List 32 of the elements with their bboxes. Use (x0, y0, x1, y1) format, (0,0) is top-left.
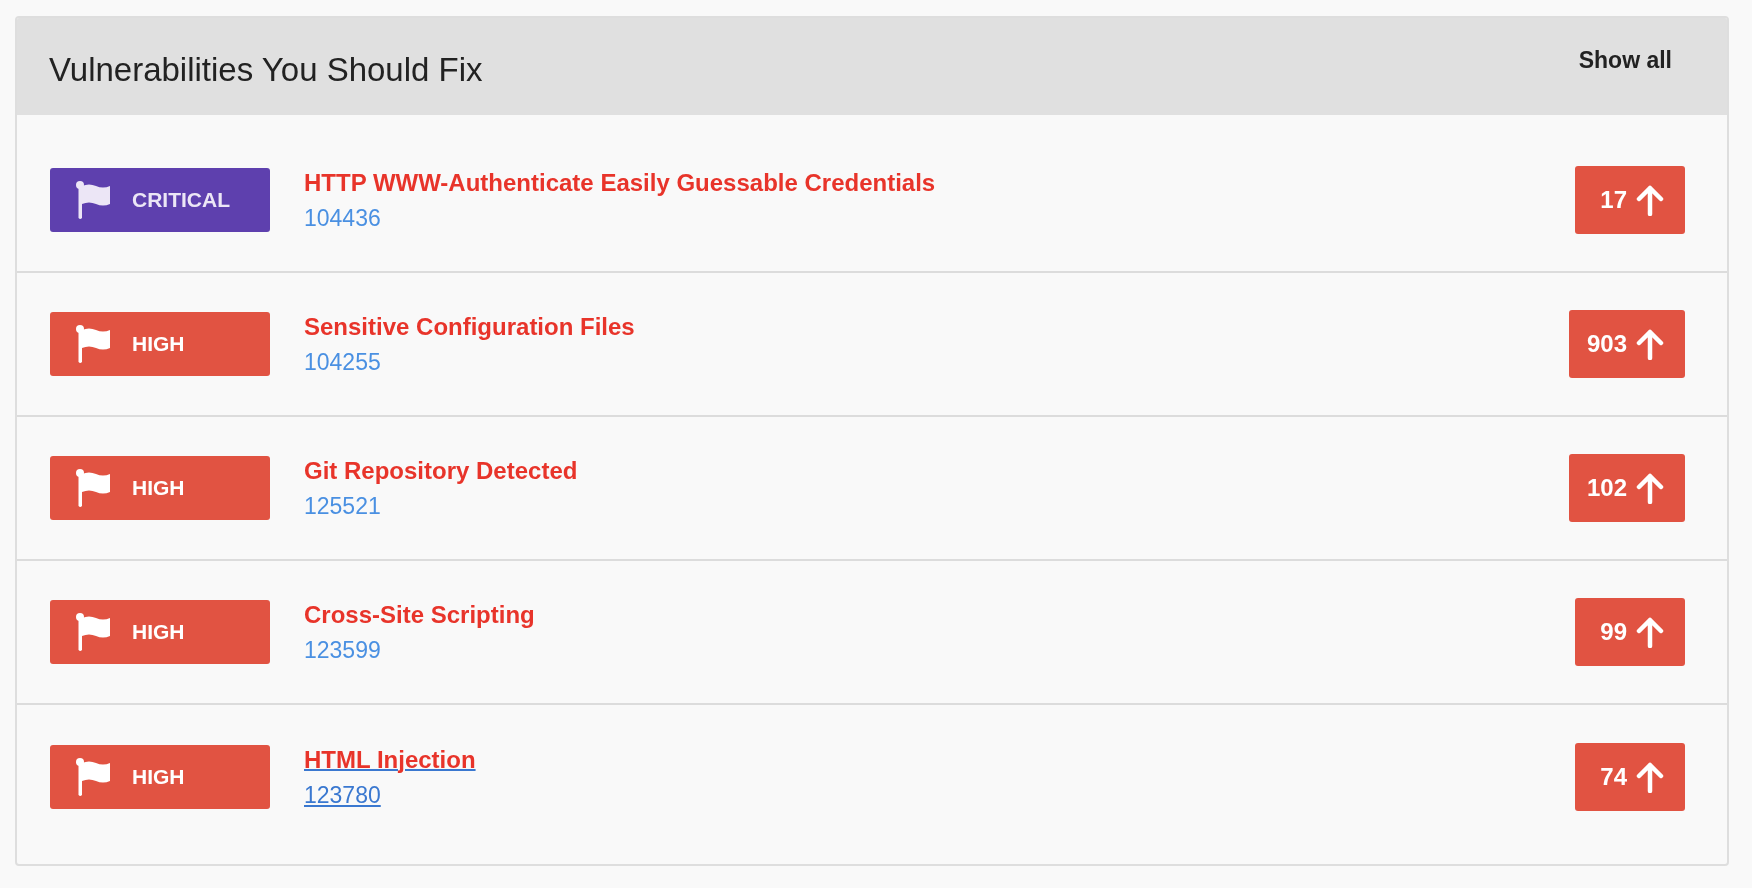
plugin-id-link[interactable]: 104255 (304, 348, 381, 376)
flag-icon (74, 612, 112, 652)
count-button[interactable]: 74 (1575, 743, 1685, 811)
plugin-id-link[interactable]: 104436 (304, 204, 381, 232)
severity-label: HIGH (132, 332, 185, 356)
vulnerability-link[interactable]: HTTP WWW-Authenticate Easily Guessable Credentials (304, 168, 936, 197)
flag-icon (74, 757, 112, 797)
vulnerability-link[interactable]: Sensitive Configuration Files (304, 312, 635, 341)
arrow-up-icon (1635, 761, 1665, 793)
panel-title: Vulnerabilities You Should Fix (49, 50, 483, 89)
count-button[interactable]: 102 (1568, 454, 1685, 522)
vulnerability-link[interactable]: Git Repository Detected (304, 456, 578, 485)
severity-label: HIGH (132, 620, 185, 644)
arrow-up-icon (1635, 616, 1665, 648)
show-all-link[interactable]: Show all (1578, 47, 1672, 74)
arrow-up-icon (1635, 184, 1665, 216)
count-button[interactable]: 903 (1568, 310, 1685, 378)
count-button[interactable]: 17 (1575, 166, 1685, 234)
arrow-up-icon (1635, 472, 1665, 504)
severity-label: HIGH (132, 765, 185, 789)
severity-label: CRITICAL (132, 188, 230, 212)
vulnerability-link[interactable]: HTML Injection (304, 745, 476, 774)
plugin-id-link[interactable]: 123780 (304, 781, 381, 809)
vulnerability-link[interactable]: Cross-Site Scripting (304, 600, 535, 629)
plugin-id-link[interactable]: 123599 (304, 636, 381, 664)
severity-label: HIGH (132, 476, 185, 500)
flag-icon (74, 180, 112, 220)
arrow-up-icon (1635, 328, 1665, 360)
flag-icon (74, 324, 112, 364)
flag-icon (74, 468, 112, 508)
count-button[interactable]: 99 (1575, 598, 1685, 666)
plugin-id-link[interactable]: 125521 (304, 492, 381, 520)
